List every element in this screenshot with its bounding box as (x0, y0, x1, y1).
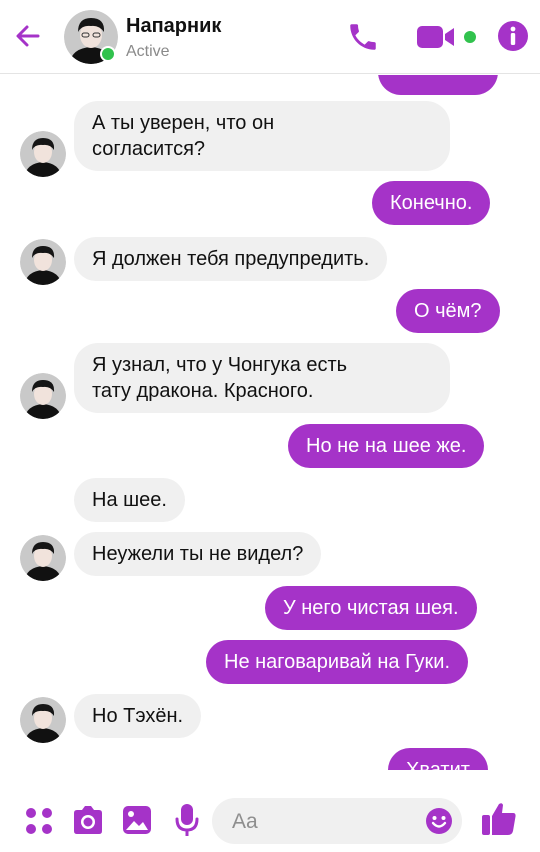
message-incoming[interactable]: Я узнал, что у Чонгука есть тату дракона… (74, 343, 450, 413)
message-incoming[interactable]: А ты уверен, что он согласится? (74, 101, 450, 171)
message-incoming[interactable]: Я должен тебя предупредить. (74, 237, 388, 281)
message-outgoing[interactable]: Хватит (388, 748, 488, 770)
apps-icon[interactable] (24, 806, 54, 836)
emoji-icon[interactable] (425, 807, 453, 835)
video-call-icon[interactable] (416, 24, 456, 50)
message-outgoing[interactable] (378, 75, 498, 95)
message-outgoing[interactable]: У него чистая шея. (265, 586, 477, 630)
gallery-icon[interactable] (121, 804, 153, 836)
online-indicator (100, 46, 116, 62)
message-outgoing[interactable]: Но не на шее же. (288, 424, 485, 468)
contact-name[interactable]: Напарник (126, 15, 221, 38)
phone-icon[interactable] (346, 20, 380, 54)
sender-avatar (20, 535, 66, 581)
thumbs-up-icon[interactable] (480, 800, 518, 838)
message-outgoing[interactable]: Не наговаривай на Гуки. (206, 640, 469, 684)
chat-header: Напарник Active (0, 0, 540, 74)
camera-icon[interactable] (71, 804, 105, 836)
message-incoming[interactable]: Неужели ты не видел? (74, 532, 322, 576)
info-icon[interactable] (497, 20, 529, 52)
message-outgoing[interactable]: Конечно. (372, 181, 491, 225)
sender-avatar (20, 239, 66, 285)
contact-status: Active (126, 43, 170, 60)
back-arrow-icon[interactable] (14, 22, 42, 50)
sender-avatar (20, 131, 66, 177)
sender-avatar (20, 697, 66, 743)
microphone-icon[interactable] (173, 802, 201, 838)
message-composer: Aa (0, 790, 540, 852)
message-incoming[interactable]: На шее. (74, 478, 185, 522)
sender-avatar (20, 373, 66, 419)
message-input-placeholder: Aa (232, 810, 258, 833)
message-list[interactable]: А ты уверен, что он согласится? Конечно.… (0, 75, 540, 770)
video-active-dot (464, 31, 476, 43)
message-incoming[interactable]: Но Тэхён. (74, 694, 202, 738)
message-outgoing[interactable]: О чём? (396, 289, 500, 333)
